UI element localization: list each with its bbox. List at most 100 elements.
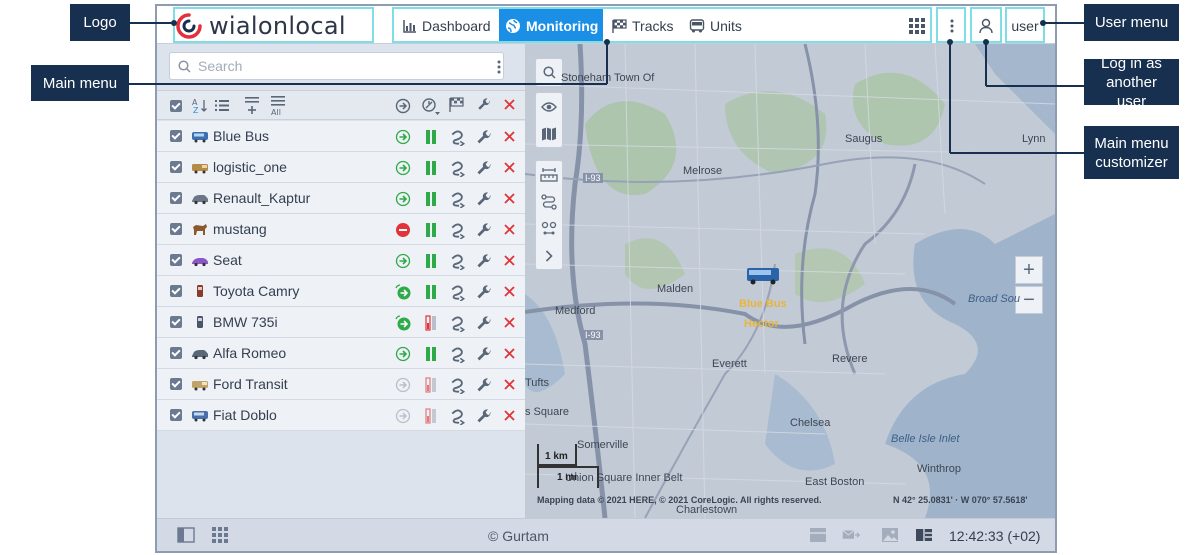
panel-options-button[interactable] <box>489 57 509 77</box>
motion-state-icon[interactable] <box>395 160 411 176</box>
motion-state-icon[interactable] <box>395 191 411 207</box>
distance-tool[interactable] <box>536 161 562 188</box>
track-icon[interactable] <box>450 285 466 301</box>
sensor-state-icon[interactable] <box>423 129 439 145</box>
close-icon[interactable] <box>504 410 515 421</box>
unit-checkbox[interactable] <box>170 316 182 328</box>
wrench-icon[interactable] <box>476 254 492 270</box>
track-icon[interactable] <box>450 347 466 363</box>
show-all-units-icon[interactable]: All <box>270 95 286 117</box>
sensor-state-icon[interactable] <box>423 377 439 393</box>
wrench-icon[interactable] <box>476 130 492 146</box>
select-all-checkbox[interactable] <box>170 100 182 112</box>
close-icon[interactable] <box>504 224 515 235</box>
close-icon[interactable] <box>504 99 515 110</box>
motion-state-icon[interactable] <box>395 315 411 331</box>
sensor-state-icon[interactable] <box>423 315 439 331</box>
unit-checkbox[interactable] <box>170 254 182 266</box>
unit-name[interactable]: Fiat Doblo <box>213 407 277 423</box>
unit-row[interactable]: Renault_Kaptur <box>157 183 525 214</box>
messages-icon[interactable] <box>842 527 860 543</box>
search-input[interactable] <box>198 58 488 74</box>
sensor-state-icon[interactable] <box>423 408 439 424</box>
track-icon[interactable] <box>450 223 466 239</box>
toggle-panel-icon[interactable] <box>177 527 195 543</box>
motion-state-icon[interactable] <box>395 284 411 300</box>
motion-state-icon[interactable] <box>395 98 411 114</box>
wrench-icon[interactable] <box>476 161 492 177</box>
visibility-tool[interactable] <box>536 93 562 120</box>
expand-tools[interactable] <box>536 242 562 269</box>
zoom-in-button[interactable]: + <box>1015 256 1043 284</box>
motion-state-icon[interactable] <box>395 129 411 145</box>
bus-marker-icon[interactable] <box>746 266 780 286</box>
wrench-icon[interactable] <box>476 316 492 332</box>
track-icon[interactable] <box>450 409 466 425</box>
unit-checkbox[interactable] <box>170 192 182 204</box>
track-icon[interactable] <box>450 316 466 332</box>
unit-row[interactable]: Toyota Camry <box>157 276 525 307</box>
motion-state-icon[interactable] <box>395 346 411 362</box>
close-icon[interactable] <box>504 193 515 204</box>
unit-row[interactable]: mustang <box>157 214 525 245</box>
unit-row[interactable]: Fiat Doblo <box>157 400 525 431</box>
wrench-icon[interactable] <box>476 223 492 239</box>
add-units-icon[interactable] <box>245 96 259 116</box>
motion-state-icon[interactable] <box>395 253 411 269</box>
wrench-icon[interactable] <box>476 192 492 208</box>
grid-icon[interactable] <box>211 527 229 543</box>
unit-row[interactable]: Ford Transit <box>157 369 525 400</box>
sensor-state-icon[interactable] <box>423 222 439 238</box>
sensor-state-icon[interactable] <box>423 160 439 176</box>
wrench-icon[interactable] <box>477 98 491 112</box>
checkered-flag-icon[interactable] <box>449 97 464 112</box>
unit-name[interactable]: Blue Bus <box>213 128 269 144</box>
sensor-state-icon[interactable] <box>423 253 439 269</box>
motion-state-icon[interactable] <box>395 408 411 424</box>
unit-name[interactable]: BMW 735i <box>213 314 278 330</box>
sort-az-icon[interactable]: AZ <box>192 98 208 114</box>
unit-checkbox[interactable] <box>170 347 182 359</box>
unit-checkbox[interactable] <box>170 409 182 421</box>
unit-name[interactable]: Ford Transit <box>213 376 288 392</box>
list-icon[interactable] <box>215 99 229 112</box>
unit-row[interactable]: BMW 735i <box>157 307 525 338</box>
unit-name[interactable]: Renault_Kaptur <box>213 190 310 206</box>
sensor-state-icon[interactable] <box>423 284 439 300</box>
sensor-state-icon[interactable] <box>423 191 439 207</box>
map-view[interactable]: + − Blue Bus Hector Stoneham Town Of Saug… <box>525 44 1055 518</box>
unit-row[interactable]: logistic_one <box>157 152 525 183</box>
close-icon[interactable] <box>504 255 515 266</box>
motion-state-icon[interactable] <box>395 377 411 393</box>
map-layers-tool[interactable] <box>536 120 562 147</box>
track-icon[interactable] <box>450 192 466 208</box>
routing-tool[interactable] <box>536 188 562 215</box>
connection-state-icon[interactable] <box>421 97 441 117</box>
close-icon[interactable] <box>504 162 515 173</box>
sensor-state-icon[interactable] <box>423 346 439 362</box>
close-icon[interactable] <box>504 379 515 390</box>
close-icon[interactable] <box>504 348 515 359</box>
close-icon[interactable] <box>504 317 515 328</box>
wrench-icon[interactable] <box>476 409 492 425</box>
motion-state-icon[interactable] <box>395 222 411 238</box>
track-icon[interactable] <box>450 161 466 177</box>
image-icon[interactable] <box>881 527 899 543</box>
geofence-tool[interactable] <box>536 215 562 242</box>
unit-checkbox[interactable] <box>170 161 182 173</box>
wrench-icon[interactable] <box>476 285 492 301</box>
unit-row[interactable]: Blue Bus <box>157 121 525 152</box>
unit-name[interactable]: mustang <box>213 221 267 237</box>
unit-checkbox[interactable] <box>170 223 182 235</box>
unit-name[interactable]: Toyota Camry <box>213 283 299 299</box>
unit-checkbox[interactable] <box>170 130 182 142</box>
unit-row[interactable]: Alfa Romeo <box>157 338 525 369</box>
unit-name[interactable]: Alfa Romeo <box>213 345 286 361</box>
close-icon[interactable] <box>504 286 515 297</box>
layout-icon[interactable] <box>915 527 933 543</box>
notifications-icon[interactable] <box>809 527 827 543</box>
track-icon[interactable] <box>450 130 466 146</box>
track-icon[interactable] <box>450 378 466 394</box>
wrench-icon[interactable] <box>476 347 492 363</box>
unit-name[interactable]: Seat <box>213 252 242 268</box>
